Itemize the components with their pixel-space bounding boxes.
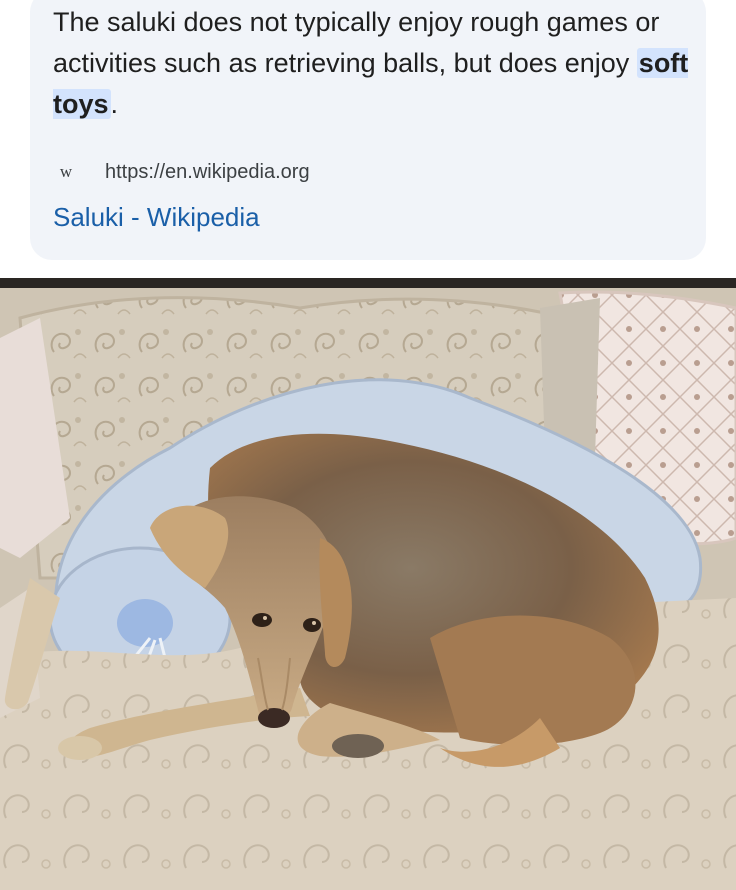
saluki-photo [0,278,736,890]
search-snippet: The saluki does not typically enjoy roug… [0,0,736,278]
source-title-link[interactable]: Saluki - Wikipedia [53,202,260,233]
snippet-text: The saluki does not typically enjoy roug… [53,2,693,125]
photo-illustration [0,278,736,890]
source-row[interactable]: W https://en.wikipedia.org [53,157,310,187]
source-url[interactable]: https://en.wikipedia.org [105,161,310,184]
wikipedia-favicon-icon: W [59,162,73,181]
snippet-text-end: . [110,89,119,119]
snippet-text-start: The saluki does not typically enjoy roug… [53,7,660,78]
